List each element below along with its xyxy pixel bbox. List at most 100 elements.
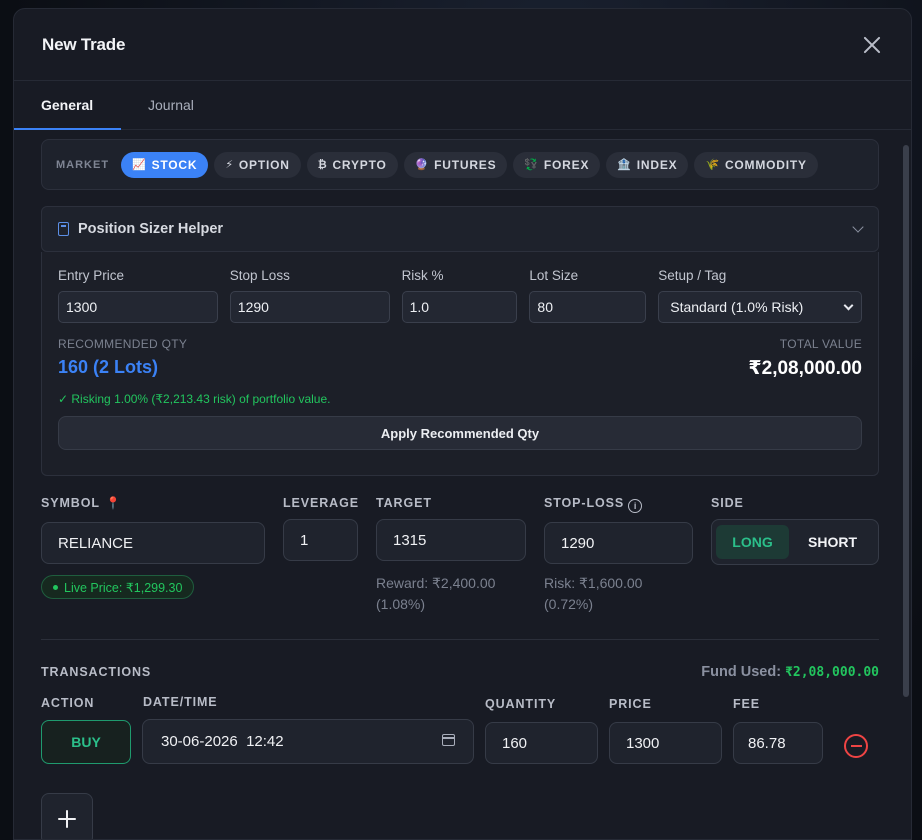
scrollbar[interactable] [903,145,909,697]
calendar-icon[interactable] [442,734,455,746]
pin-icon: 📍 [105,496,122,510]
recommended-qty-block: RECOMMENDED QTY 160 (2 Lots) [58,337,187,380]
market-chip-crypto[interactable]: ₿ CRYPTO [306,151,398,178]
target-label: TARGET [376,496,432,510]
side-long-button[interactable]: LONG [716,525,789,559]
market-chip-forex[interactable]: 💱 FOREX [513,151,601,178]
sizer-title-text: Position Sizer Helper [78,221,224,237]
chip-label: FUTURES [434,157,497,172]
info-icon[interactable]: i [628,499,643,513]
tab-general[interactable]: General [14,81,121,130]
add-transaction-button[interactable] [41,793,93,839]
risk-amount-note: Risk: ₹1,600.00 (0.72%) [544,573,642,615]
entry-price-label: Entry Price [58,268,125,283]
price-input[interactable]: 1300 [609,722,722,764]
bitcoin-icon: ₿ [317,158,328,171]
lot-size-group: Lot Size 80 [529,268,647,323]
risk-note: ✓ Risking 1.00% (₹2,213.43 risk) of port… [58,392,331,406]
symbol-input[interactable]: RELIANCE [41,522,265,564]
tab-journal[interactable]: Journal [121,81,221,129]
lot-size-label: Lot Size [529,268,579,283]
entry-price-group: Entry Price 1300 [58,268,218,323]
setup-tag-value: Standard (1.0% Risk) [670,299,804,315]
market-label: MARKET [56,158,110,171]
datetime-header: DATE/TIME [143,695,218,709]
market-chip-stock[interactable]: 📈 STOCK [121,151,209,178]
stop-loss-label-text: STOP-LOSS [544,496,625,510]
chevron-down-icon [843,300,854,311]
transactions-title: TRANSACTIONS [41,665,152,679]
reward-note: Reward: ₹2,400.00 (1.08%) [376,573,495,615]
chip-label: COMMODITY [724,157,807,172]
chevron-down-icon [852,221,864,233]
total-value-block: TOTAL VALUE ₹2,08,000.00 [748,337,862,380]
remove-row-icon[interactable] [844,734,868,758]
total-value-amount: ₹2,08,000.00 [748,358,862,379]
stop-loss-trade-label: STOP-LOSS i [544,496,643,513]
fund-used-label: Fund Used: [701,664,782,680]
chip-label: CRYPTO [332,157,387,172]
apply-recommended-qty-button[interactable]: Apply Recommended Qty [58,416,862,450]
setup-tag-select[interactable]: Standard (1.0% Risk) [658,291,862,323]
tab-bar: General Journal [14,81,911,130]
chip-label: INDEX [636,157,678,172]
quantity-header: QUANTITY [485,697,557,711]
stop-loss-trade-input[interactable]: 1290 [544,522,693,564]
side-label: SIDE [711,496,744,510]
stop-loss-input[interactable]: 1290 [229,291,390,323]
quantity-input[interactable]: 160 [485,722,598,764]
close-icon[interactable] [861,34,883,56]
recommended-qty-label: RECOMMENDED QTY [58,337,188,351]
reward-amount: Reward: ₹2,400.00 [376,575,496,591]
datetime-input[interactable]: 30-06-2026 12:42 [142,719,474,764]
position-sizer-panel: Entry Price 1300 Stop Loss 1290 Risk % 1… [41,252,879,476]
crystal-ball-icon: 🔮 [414,159,430,171]
risk-amount: Risk: ₹1,600.00 [544,575,643,591]
market-chip-option[interactable]: ⚡ OPTION [214,151,301,178]
calculator-icon [58,222,69,236]
target-input[interactable]: 1315 [376,519,526,561]
section-divider [41,639,879,640]
fee-input[interactable]: 86.78 [733,722,823,764]
sizer-fields: Entry Price 1300 Stop Loss 1290 Risk % 1… [58,268,862,323]
market-chip-index[interactable]: 🏦 INDEX [606,151,689,178]
market-chip-futures[interactable]: 🔮 FUTURES [403,151,508,178]
modal-title: New Trade [42,34,126,54]
currency-exchange-icon: 💱 [524,159,539,171]
chart-icon: 📈 [132,159,147,171]
risk-percent: (0.72%) [544,596,594,612]
symbol-label: SYMBOL 📍 [41,496,122,510]
reward-percent: (1.08%) [376,596,426,612]
datetime-value: 30-06-2026 12:42 [161,733,284,750]
lightning-icon: ⚡ [225,159,234,171]
fund-used-value: ₹2,08,000.00 [785,665,879,680]
position-sizer-toggle[interactable]: Position Sizer Helper [41,206,879,252]
live-price-text: Live Price: ₹1,299.30 [64,580,183,595]
symbol-label-text: SYMBOL [41,496,100,510]
lot-size-input[interactable]: 80 [529,291,647,323]
leverage-input[interactable]: 1 [283,519,358,561]
market-chip-commodity[interactable]: 🌾 COMMODITY [694,151,818,178]
transactions-section: TRANSACTIONS Fund Used: ₹2,08,000.00 ACT… [41,659,879,839]
fund-used: Fund Used: ₹2,08,000.00 [701,664,879,680]
fee-header: FEE [733,697,761,711]
recommended-qty-value: 160 (2 Lots) [58,357,159,377]
plus-icon [58,810,76,828]
side-toggle: LONG SHORT [711,519,879,565]
chip-label: FOREX [543,157,590,172]
side-short-button[interactable]: SHORT [793,525,872,559]
modal-header: New Trade [14,9,911,81]
risk-percent-group: Risk % 1.0 [401,268,518,323]
entry-price-input[interactable]: 1300 [58,291,218,323]
live-dot-icon [53,584,58,590]
risk-percent-label: Risk % [401,268,444,283]
stop-loss-label: Stop Loss [229,268,290,283]
action-header: ACTION [41,696,95,710]
bank-icon: 🏦 [617,159,632,171]
risk-percent-input[interactable]: 1.0 [401,291,518,323]
trade-details: SYMBOL 📍 RELIANCE Live Price: ₹1,299.30 L… [41,476,879,626]
action-buy-button[interactable]: BUY [41,720,131,764]
market-selector: MARKET 📈 STOCK ⚡ OPTION ₿ CRYPTO 🔮 FUTUR… [41,139,879,190]
leverage-label: LEVERAGE [283,496,359,510]
chip-label: STOCK [151,157,198,172]
